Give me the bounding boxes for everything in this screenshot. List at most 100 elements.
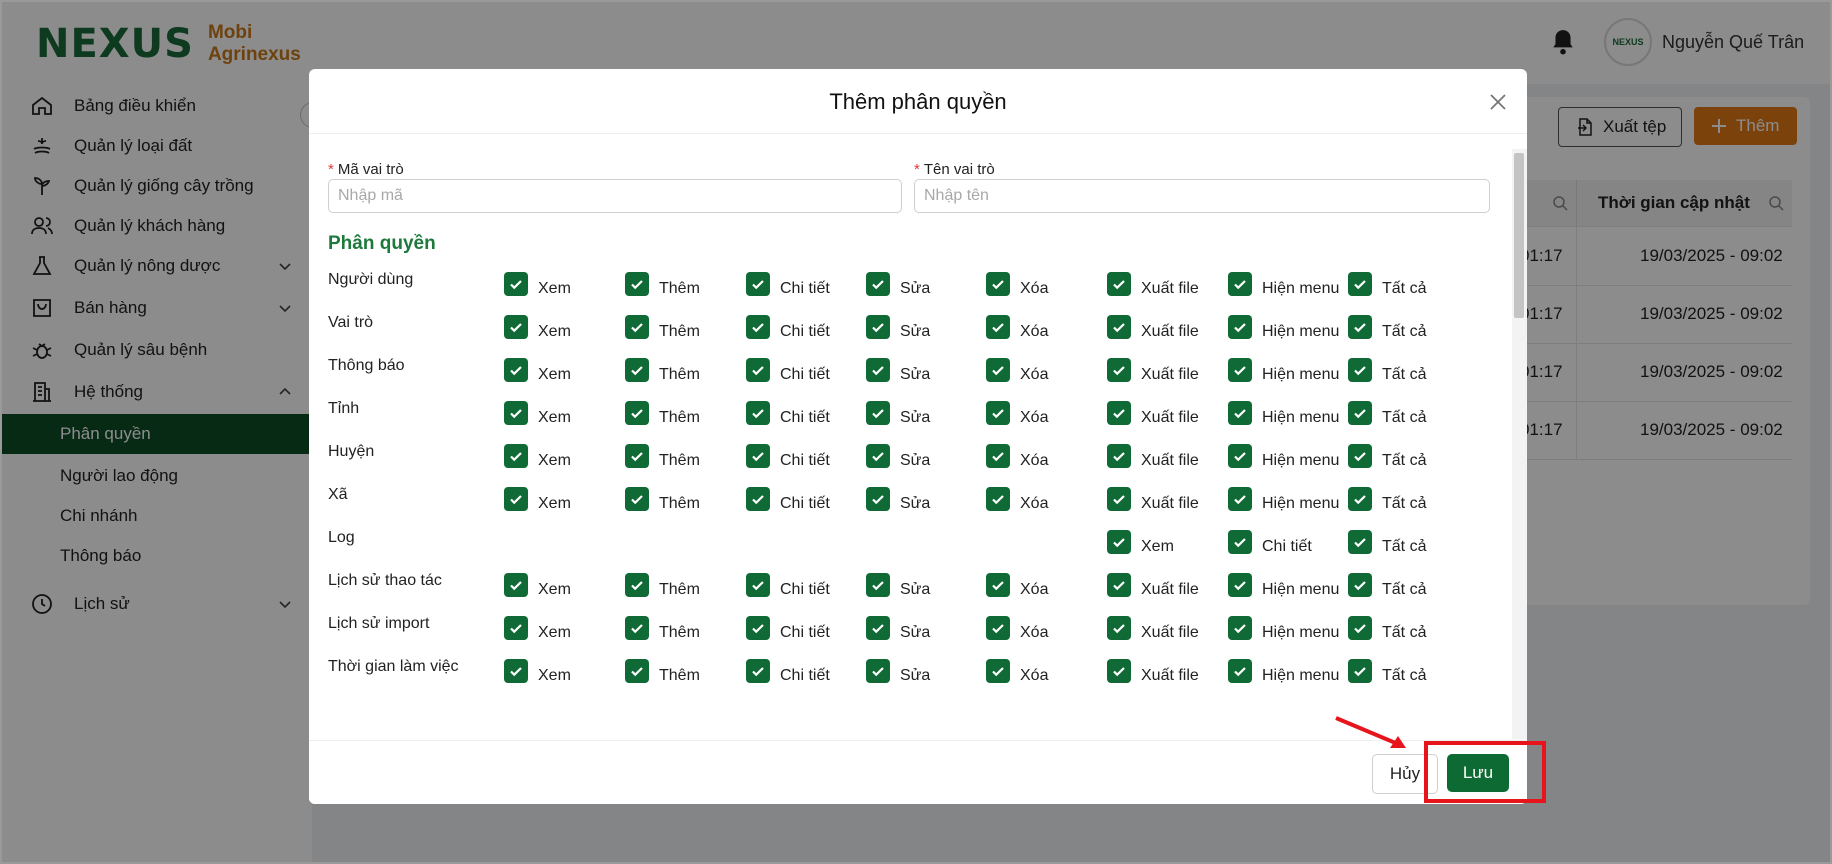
permission-option[interactable]: Xuất file [1107, 357, 1199, 383]
permission-option[interactable]: Xóa [986, 658, 1048, 684]
permission-option[interactable]: Chi tiết [746, 615, 830, 641]
permission-option[interactable]: Xuất file [1107, 271, 1199, 297]
permission-option[interactable]: Thêm [625, 314, 700, 340]
permission-option[interactable]: Xuất file [1107, 486, 1199, 512]
checkbox-checked-icon[interactable] [1348, 573, 1372, 597]
checkbox-checked-icon[interactable] [986, 487, 1010, 511]
permission-option[interactable]: Xóa [986, 357, 1048, 383]
checkbox-checked-icon[interactable] [504, 444, 528, 468]
checkbox-checked-icon[interactable] [986, 315, 1010, 339]
scrollbar-thumb[interactable] [1514, 153, 1524, 318]
permission-option[interactable]: Tất cả [1348, 529, 1426, 555]
permission-option[interactable]: Xem [504, 658, 571, 684]
checkbox-checked-icon[interactable] [1107, 487, 1131, 511]
permission-option[interactable]: Xuất file [1107, 314, 1199, 340]
permission-option[interactable]: Xem [504, 400, 571, 426]
checkbox-checked-icon[interactable] [625, 573, 649, 597]
permission-option[interactable]: Xuất file [1107, 443, 1199, 469]
checkbox-checked-icon[interactable] [504, 401, 528, 425]
permission-option[interactable]: Sửa [866, 572, 930, 598]
checkbox-checked-icon[interactable] [986, 616, 1010, 640]
checkbox-checked-icon[interactable] [625, 444, 649, 468]
checkbox-checked-icon[interactable] [504, 616, 528, 640]
checkbox-checked-icon[interactable] [746, 616, 770, 640]
permission-option[interactable]: Sửa [866, 443, 930, 469]
permission-option[interactable]: Chi tiết [746, 271, 830, 297]
role-code-input[interactable] [328, 179, 902, 213]
permission-option[interactable]: Thêm [625, 357, 700, 383]
checkbox-checked-icon[interactable] [866, 401, 890, 425]
checkbox-checked-icon[interactable] [1107, 358, 1131, 382]
checkbox-checked-icon[interactable] [1107, 616, 1131, 640]
permission-option[interactable]: Xóa [986, 271, 1048, 297]
checkbox-checked-icon[interactable] [504, 358, 528, 382]
checkbox-checked-icon[interactable] [986, 272, 1010, 296]
permission-option[interactable]: Xem [1107, 529, 1174, 555]
checkbox-checked-icon[interactable] [746, 444, 770, 468]
permission-option[interactable]: Xem [504, 572, 571, 598]
permission-option[interactable]: Hiện menu [1228, 357, 1339, 383]
permission-option[interactable]: Xem [504, 443, 571, 469]
checkbox-checked-icon[interactable] [625, 659, 649, 683]
permission-option[interactable]: Hiện menu [1228, 314, 1339, 340]
permission-option[interactable]: Hiện menu [1228, 271, 1339, 297]
permission-option[interactable]: Tất cả [1348, 400, 1426, 426]
checkbox-checked-icon[interactable] [1228, 659, 1252, 683]
permission-option[interactable]: Sửa [866, 357, 930, 383]
checkbox-checked-icon[interactable] [1107, 272, 1131, 296]
permission-option[interactable]: Xóa [986, 615, 1048, 641]
checkbox-checked-icon[interactable] [504, 573, 528, 597]
checkbox-checked-icon[interactable] [1228, 358, 1252, 382]
permission-option[interactable]: Chi tiết [746, 572, 830, 598]
checkbox-checked-icon[interactable] [746, 272, 770, 296]
checkbox-checked-icon[interactable] [504, 272, 528, 296]
permission-option[interactable]: Xem [504, 314, 571, 340]
checkbox-checked-icon[interactable] [1107, 530, 1131, 554]
permission-option[interactable]: Sửa [866, 658, 930, 684]
checkbox-checked-icon[interactable] [1228, 401, 1252, 425]
permission-option[interactable]: Hiện menu [1228, 615, 1339, 641]
permission-option[interactable]: Tất cả [1348, 443, 1426, 469]
checkbox-checked-icon[interactable] [1348, 401, 1372, 425]
checkbox-checked-icon[interactable] [625, 487, 649, 511]
checkbox-checked-icon[interactable] [866, 315, 890, 339]
checkbox-checked-icon[interactable] [866, 358, 890, 382]
permission-option[interactable]: Xóa [986, 400, 1048, 426]
checkbox-checked-icon[interactable] [1228, 444, 1252, 468]
checkbox-checked-icon[interactable] [866, 616, 890, 640]
checkbox-checked-icon[interactable] [1107, 444, 1131, 468]
permission-option[interactable]: Sửa [866, 314, 930, 340]
checkbox-checked-icon[interactable] [986, 401, 1010, 425]
checkbox-checked-icon[interactable] [746, 659, 770, 683]
checkbox-checked-icon[interactable] [625, 401, 649, 425]
checkbox-checked-icon[interactable] [504, 315, 528, 339]
permission-option[interactable]: Xem [504, 357, 571, 383]
permission-option[interactable]: Xem [504, 615, 571, 641]
permission-option[interactable]: Chi tiết [746, 658, 830, 684]
checkbox-checked-icon[interactable] [625, 358, 649, 382]
checkbox-checked-icon[interactable] [746, 315, 770, 339]
permission-option[interactable]: Xuất file [1107, 572, 1199, 598]
checkbox-checked-icon[interactable] [746, 573, 770, 597]
checkbox-checked-icon[interactable] [746, 487, 770, 511]
permission-option[interactable]: Tất cả [1348, 572, 1426, 598]
checkbox-checked-icon[interactable] [1348, 444, 1372, 468]
permission-option[interactable]: Tất cả [1348, 486, 1426, 512]
permission-option[interactable]: Xóa [986, 572, 1048, 598]
permission-option[interactable]: Hiện menu [1228, 572, 1339, 598]
permission-option[interactable]: Tất cả [1348, 615, 1426, 641]
checkbox-checked-icon[interactable] [625, 616, 649, 640]
permission-option[interactable]: Chi tiết [1228, 529, 1312, 555]
checkbox-checked-icon[interactable] [1228, 315, 1252, 339]
checkbox-checked-icon[interactable] [866, 573, 890, 597]
checkbox-checked-icon[interactable] [986, 444, 1010, 468]
permission-option[interactable]: Hiện menu [1228, 443, 1339, 469]
checkbox-checked-icon[interactable] [1348, 358, 1372, 382]
permission-option[interactable]: Xuất file [1107, 658, 1199, 684]
permission-option[interactable]: Hiện menu [1228, 658, 1339, 684]
permission-option[interactable]: Thêm [625, 572, 700, 598]
checkbox-checked-icon[interactable] [1348, 315, 1372, 339]
checkbox-checked-icon[interactable] [1228, 530, 1252, 554]
permission-option[interactable]: Thêm [625, 615, 700, 641]
permission-option[interactable]: Sửa [866, 615, 930, 641]
